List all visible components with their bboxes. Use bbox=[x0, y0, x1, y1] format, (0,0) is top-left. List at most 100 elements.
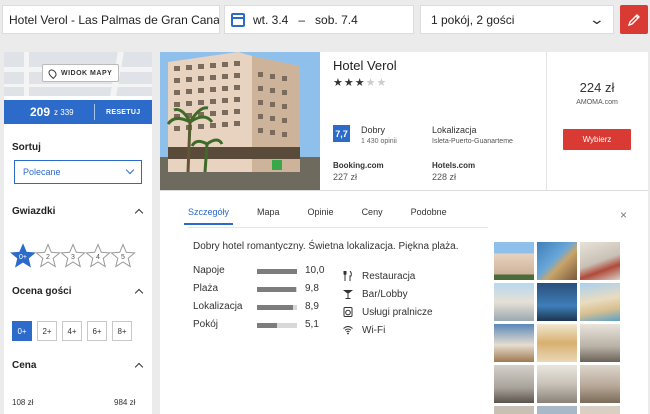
laundry-icon bbox=[343, 307, 353, 317]
star-option-label: 0+ bbox=[19, 254, 27, 261]
price-filter-total: z 339 bbox=[54, 107, 74, 117]
tab-map[interactable]: Mapa bbox=[257, 207, 280, 229]
reset-button[interactable]: RESETUJ bbox=[106, 109, 140, 116]
amenity-item: Restauracja bbox=[343, 267, 463, 285]
gallery-thumbnail[interactable] bbox=[580, 324, 620, 362]
sort-label: Sortuj bbox=[12, 142, 41, 153]
map-preview[interactable]: WIDOK MAPY bbox=[4, 52, 152, 96]
divider bbox=[546, 52, 547, 190]
rooms-guests-value: 1 pokój, 2 gości bbox=[431, 12, 515, 27]
restaurant-icon bbox=[343, 271, 352, 281]
rating-metric: Pokój 5,1 bbox=[193, 319, 343, 337]
star-filter: 0+ 2 3 4 5 bbox=[10, 243, 136, 269]
star-empty-icon: ★ bbox=[376, 77, 388, 89]
metric-bar bbox=[257, 287, 297, 292]
offer-price[interactable]: 228 zł bbox=[432, 172, 456, 182]
amenity-label: Bar/Lobby bbox=[362, 288, 408, 300]
divider bbox=[160, 190, 648, 191]
tab-prices[interactable]: Ceny bbox=[362, 207, 383, 229]
star-icon: ★ bbox=[333, 77, 344, 89]
gallery-thumbnail[interactable] bbox=[537, 365, 577, 403]
star-filter-2[interactable]: 2 bbox=[35, 243, 61, 269]
star-empty-icon: ★ bbox=[365, 77, 377, 89]
calendar-icon bbox=[231, 12, 245, 27]
tab-details[interactable]: Szczegóły bbox=[183, 207, 234, 229]
close-icon[interactable]: × bbox=[620, 208, 627, 222]
review-count[interactable]: 1 430 opinii bbox=[361, 138, 397, 145]
metric-value: 10,0 bbox=[305, 265, 325, 276]
collapse-icon[interactable] bbox=[134, 208, 144, 218]
metric-bar-fill bbox=[257, 287, 297, 292]
amenity-label: Wi-Fi bbox=[362, 324, 386, 336]
collapse-icon[interactable] bbox=[134, 288, 144, 298]
star-icon: ★ bbox=[354, 77, 366, 89]
sort-selected-value: Polecane bbox=[23, 167, 61, 177]
gallery-thumbnail[interactable] bbox=[537, 242, 577, 280]
gallery-thumbnail[interactable] bbox=[580, 242, 620, 280]
gallery-thumbnail[interactable] bbox=[494, 324, 534, 362]
filter-sidebar: WIDOK MAPY 209 z 339 RESETUJ Sortuj Pole… bbox=[4, 52, 152, 414]
amenity-item: Usługi pralnicze bbox=[343, 303, 463, 321]
best-deal-site: AMOMA.com bbox=[576, 99, 618, 106]
star-filter-5[interactable]: 5 bbox=[110, 243, 136, 269]
tab-reviews[interactable]: Opinie bbox=[308, 207, 334, 229]
offer-price[interactable]: 227 zł bbox=[333, 172, 357, 182]
price-filter-value: 209 bbox=[30, 105, 51, 119]
metric-bar bbox=[257, 323, 297, 328]
gallery-thumbnail[interactable] bbox=[494, 242, 534, 280]
rating-option-4[interactable]: 4+ bbox=[62, 321, 82, 341]
map-view-button[interactable]: WIDOK MAPY bbox=[42, 64, 120, 82]
date-range-picker[interactable]: wt. 3.4 – sob. 7.4 bbox=[224, 5, 414, 34]
star-filter-3[interactable]: 3 bbox=[60, 243, 86, 269]
metric-bar-fill bbox=[257, 305, 293, 310]
gallery-thumbnail[interactable] bbox=[494, 365, 534, 403]
sort-select[interactable]: Polecane bbox=[14, 160, 142, 184]
amenity-item: Bar/Lobby bbox=[343, 285, 463, 303]
review-score-label: Dobry bbox=[361, 125, 386, 135]
tab-similar[interactable]: Podobne bbox=[411, 207, 447, 229]
gallery-thumbnail[interactable] bbox=[537, 406, 577, 414]
rating-option-8[interactable]: 8+ bbox=[112, 321, 132, 341]
metric-value: 9,8 bbox=[305, 283, 319, 294]
select-deal-button[interactable]: Wybierz bbox=[563, 129, 631, 150]
gallery-thumbnail[interactable] bbox=[537, 324, 577, 362]
gallery-thumbnail[interactable] bbox=[494, 283, 534, 321]
stars-label: Gwiazdki bbox=[12, 206, 56, 217]
gallery-thumbnail[interactable] bbox=[580, 283, 620, 321]
hotel-name[interactable]: Hotel Verol bbox=[333, 58, 397, 73]
gallery-thumbnail[interactable] bbox=[580, 365, 620, 403]
check-in-date: wt. 3.4 bbox=[253, 12, 289, 27]
rating-option-2[interactable]: 2+ bbox=[37, 321, 57, 341]
star-option-label: 3 bbox=[71, 254, 75, 261]
amenity-label: Restauracja bbox=[362, 270, 416, 282]
star-option-label: 5 bbox=[121, 254, 125, 261]
star-filter-0[interactable]: 0+ bbox=[10, 243, 36, 269]
hotel-main-photo[interactable] bbox=[160, 52, 320, 190]
price-label: Cena bbox=[12, 360, 37, 371]
gallery-thumbnail[interactable] bbox=[537, 283, 577, 321]
review-score-badge: 7,7 bbox=[333, 125, 350, 142]
gallery-thumbnail[interactable] bbox=[580, 406, 620, 414]
map-pin-icon bbox=[46, 67, 59, 79]
rating-option-0[interactable]: 0+ bbox=[12, 321, 32, 341]
wifi-icon bbox=[343, 326, 353, 335]
destination-input[interactable]: Hotel Verol - Las Palmas de Gran Canar bbox=[2, 5, 220, 34]
offer-site[interactable]: Booking.com bbox=[333, 161, 384, 170]
rooms-guests-select[interactable]: 1 pokój, 2 gości ⌄ bbox=[420, 5, 614, 34]
gallery-thumbnail[interactable] bbox=[494, 406, 534, 414]
chevron-down-icon: ⌄ bbox=[588, 11, 606, 27]
offer-site[interactable]: Hotels.com bbox=[432, 161, 475, 170]
hotel-summary: Dobry hotel romantyczny. Świetna lokaliz… bbox=[193, 241, 459, 252]
rating-metric: Lokalizacja 8,9 bbox=[193, 301, 343, 319]
price-filter-bar: 209 z 339 RESETUJ bbox=[4, 100, 152, 124]
collapse-icon[interactable] bbox=[134, 362, 144, 372]
star-filter-4[interactable]: 4 bbox=[85, 243, 111, 269]
rating-metric: Plaża 9,8 bbox=[193, 283, 343, 301]
best-deal-price: 224 zł bbox=[579, 80, 615, 95]
guest-rating-label: Ocena gości bbox=[12, 286, 72, 297]
metric-bar bbox=[257, 305, 297, 310]
metric-bar-fill bbox=[257, 323, 278, 328]
rating-option-6[interactable]: 6+ bbox=[87, 321, 107, 341]
metric-value: 5,1 bbox=[305, 319, 319, 330]
edit-search-button[interactable] bbox=[620, 5, 648, 34]
